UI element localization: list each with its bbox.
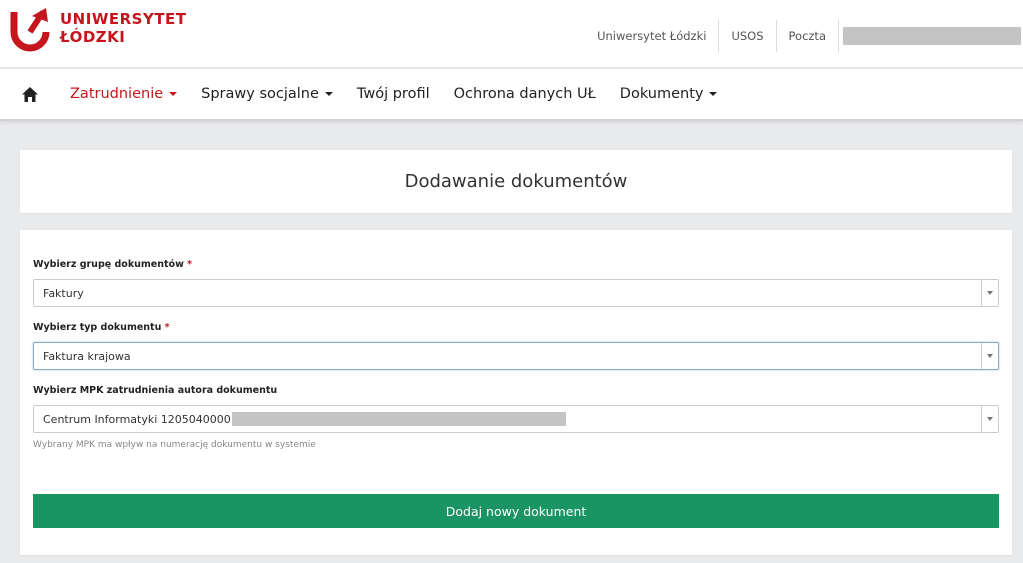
required-mark: * bbox=[164, 322, 170, 333]
type-label-text: Wybierz typ dokumentu bbox=[33, 322, 162, 333]
nav-item-label: Ochrona danych UŁ bbox=[453, 86, 596, 102]
university-logo[interactable]: UNIWERSYTET ŁÓDZKI bbox=[8, 6, 187, 54]
nav-item-label: Sprawy socjalne bbox=[201, 86, 319, 102]
add-document-button[interactable]: Dodaj nowy dokument bbox=[33, 494, 999, 528]
caret-down-icon bbox=[709, 92, 718, 96]
mpk-select[interactable]: Centrum Informatyki 1205040000 bbox=[33, 405, 999, 433]
nav-item-twoj-profil[interactable]: Twój profil bbox=[345, 68, 442, 120]
dropdown-arrow-icon[interactable] bbox=[981, 280, 998, 306]
group-label-text: Wybierz grupę dokumentów bbox=[33, 259, 184, 270]
redacted-user-info bbox=[843, 27, 1021, 45]
document-form: Wybierz grupę dokumentów * Faktury Wybie… bbox=[20, 230, 1012, 555]
document-group-value: Faktury bbox=[43, 286, 84, 300]
type-label: Wybierz typ dokumentu * bbox=[33, 322, 170, 333]
mpk-value-text: Centrum Informatyki 1205040000 bbox=[43, 412, 231, 426]
top-links: Uniwersytet Łódzki USOS Poczta bbox=[597, 20, 1023, 52]
page-title: Dodawanie dokumentów bbox=[404, 171, 628, 192]
nav-item-label: Zatrudnienie bbox=[70, 86, 164, 102]
nav-item-sprawy-socjalne[interactable]: Sprawy socjalne bbox=[189, 68, 345, 120]
nav-item-label: Dokumenty bbox=[619, 86, 704, 102]
nav-item-dokumenty[interactable]: Dokumenty bbox=[608, 68, 730, 120]
dropdown-arrow-icon[interactable] bbox=[981, 343, 998, 369]
mpk-hint: Wybrany MPK ma wpływ na numerację dokume… bbox=[33, 440, 316, 450]
document-group-select[interactable]: Faktury bbox=[33, 279, 999, 307]
toplink-usos[interactable]: USOS bbox=[719, 20, 777, 52]
page-title-panel: Dodawanie dokumentów bbox=[20, 150, 1012, 213]
toplink-poczta[interactable]: Poczta bbox=[777, 20, 839, 52]
nav-item-zatrudnienie[interactable]: Zatrudnienie bbox=[58, 68, 189, 120]
document-type-value: Faktura krajowa bbox=[43, 349, 131, 363]
toplink-uniwersytet[interactable]: Uniwersytet Łódzki bbox=[597, 20, 720, 52]
main-navigation: Zatrudnienie Sprawy socjalne Twój profil… bbox=[0, 69, 1023, 121]
university-name: UNIWERSYTET ŁÓDZKI bbox=[60, 12, 187, 48]
nav-item-label: Twój profil bbox=[356, 86, 430, 102]
dropdown-arrow-icon[interactable] bbox=[981, 406, 998, 432]
university-logo-icon bbox=[10, 8, 50, 52]
mpk-label: Wybierz MPK zatrudnienia autora dokument… bbox=[33, 385, 278, 396]
university-name-line2: ŁÓDZKI bbox=[60, 28, 126, 46]
document-type-select[interactable]: Faktura krajowa bbox=[33, 342, 999, 370]
top-header: UNIWERSYTET ŁÓDZKI Uniwersytet Łódzki US… bbox=[0, 0, 1023, 68]
home-icon bbox=[22, 86, 38, 102]
mpk-value: Centrum Informatyki 1205040000 bbox=[34, 412, 981, 426]
caret-down-icon bbox=[324, 92, 333, 96]
group-label: Wybierz grupę dokumentów * bbox=[33, 259, 192, 270]
nav-item-ochrona-danych[interactable]: Ochrona danych UŁ bbox=[442, 68, 608, 120]
caret-down-icon bbox=[169, 92, 178, 96]
required-mark: * bbox=[187, 259, 193, 270]
redacted-mpk-detail bbox=[231, 412, 566, 426]
nav-home-button[interactable] bbox=[0, 68, 58, 120]
